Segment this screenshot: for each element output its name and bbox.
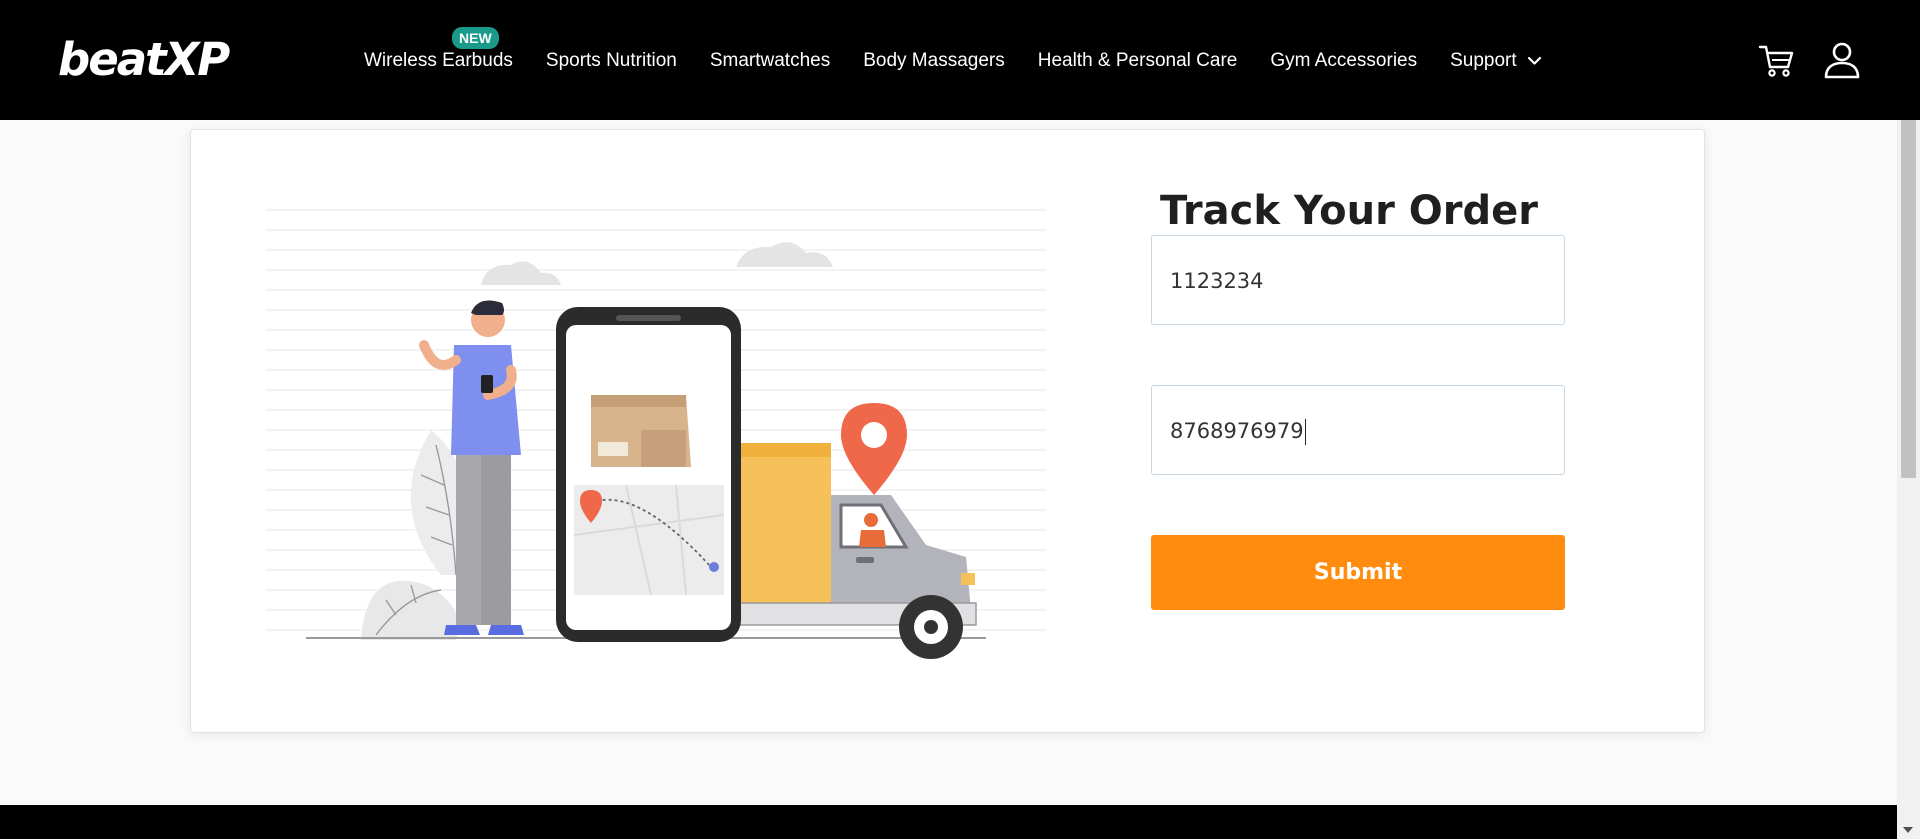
- nav-item-gym-accessories[interactable]: Gym Accessories: [1270, 48, 1417, 74]
- chevron-down-icon[interactable]: [1527, 56, 1542, 66]
- page-scrollbar[interactable]: [1897, 120, 1920, 839]
- nav-item-health-personal-care[interactable]: Health & Personal Care: [1038, 48, 1238, 74]
- order-id-field[interactable]: 1123234: [1151, 235, 1565, 325]
- nav-item-label: Health & Personal Care: [1037, 50, 1238, 71]
- text-caret: [1304, 419, 1306, 445]
- nav-item-label: Support: [1450, 50, 1517, 71]
- footer-strip: [0, 805, 1897, 839]
- new-badge: NEW: [452, 27, 499, 49]
- cart-icon[interactable]: [1757, 42, 1795, 80]
- scrollbar-thumb[interactable]: [1901, 120, 1916, 478]
- phone-number-field[interactable]: 8768976979: [1151, 385, 1565, 475]
- nav-item-body-massagers[interactable]: Body Massagers: [863, 48, 1005, 74]
- nav-item-label: Body Massagers: [863, 50, 1005, 71]
- nav-item-sports-nutrition[interactable]: Sports Nutrition: [546, 48, 677, 74]
- nav-item-smartwatches[interactable]: Smartwatches: [710, 48, 830, 74]
- page-title: Track Your Order: [1160, 188, 1538, 234]
- nav-item-label: Smartwatches: [709, 50, 831, 71]
- main-nav: NEW Wireless Earbuds Sports Nutrition Sm…: [364, 27, 1542, 74]
- nav-item-wireless-earbuds[interactable]: NEW Wireless Earbuds: [364, 27, 513, 74]
- site-header: beatXP NEW Wireless Earbuds Sports Nutri…: [0, 0, 1920, 120]
- nav-item-support[interactable]: Support: [1450, 48, 1542, 74]
- scroll-down-arrow-icon[interactable]: [1903, 827, 1913, 833]
- submit-button[interactable]: Submit: [1151, 535, 1565, 610]
- nav-item-label: Wireless Earbuds: [364, 50, 513, 71]
- delivery-illustration: [266, 209, 1046, 659]
- nav-item-label: Gym Accessories: [1270, 50, 1418, 71]
- beatxp-logo[interactable]: beatXP: [58, 34, 230, 86]
- order-id-value: 1123234: [1170, 269, 1264, 293]
- user-icon[interactable]: [1822, 40, 1862, 80]
- nav-item-label: Sports Nutrition: [545, 50, 677, 71]
- phone-number-value: 8768976979: [1170, 419, 1304, 443]
- track-order-card: Track Your Order 1123234 8768976979 Subm…: [190, 129, 1705, 733]
